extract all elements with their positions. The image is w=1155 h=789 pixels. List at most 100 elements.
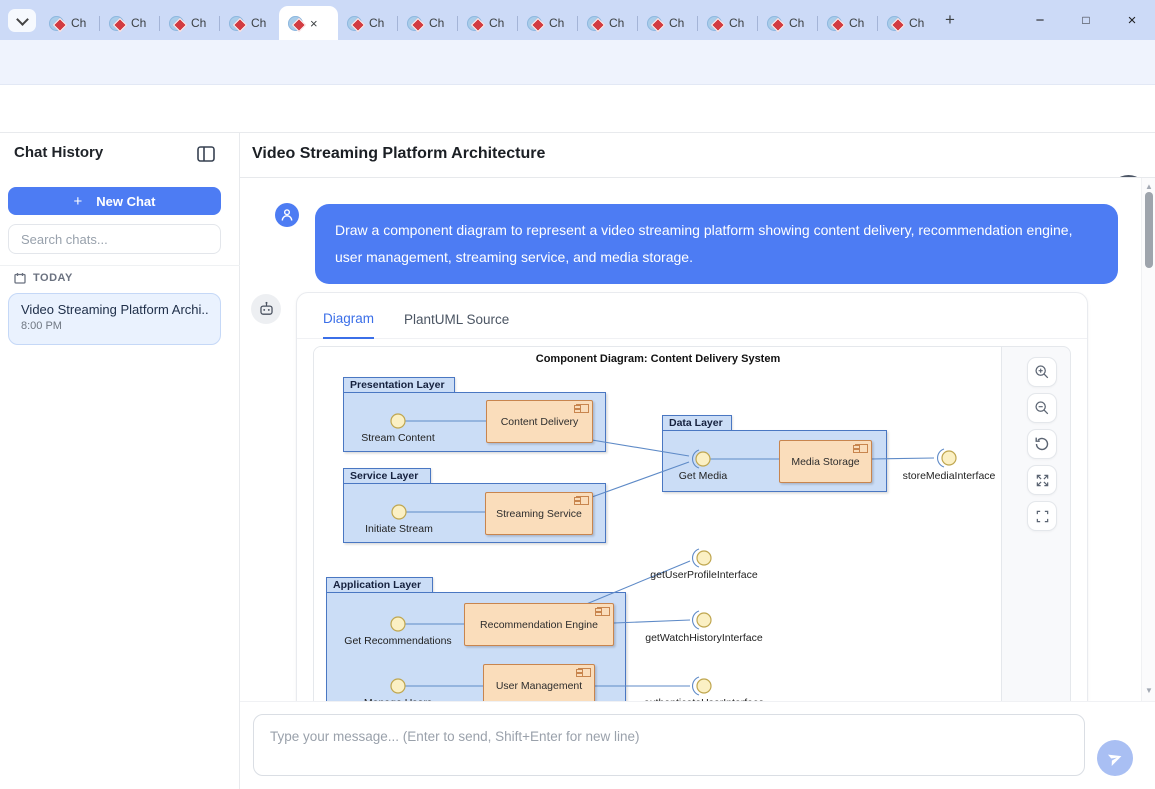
user-avatar <box>275 203 299 227</box>
panel-toggle-icon <box>197 146 215 162</box>
browser-tab[interactable]: Ch <box>698 6 757 40</box>
browser-tab[interactable]: Ch <box>338 6 397 40</box>
scroll-up-icon[interactable]: ▲ <box>1142 182 1155 191</box>
browser-tab[interactable]: Ch <box>638 6 697 40</box>
diagram-title: Component Diagram: Content Delivery Syst… <box>314 353 1002 365</box>
interface-manage-users-label: Manage Users <box>333 697 463 701</box>
calendar-icon <box>14 272 26 284</box>
visual-paradigm-favicon-icon <box>887 16 902 31</box>
browser-window: ChChChCh×ChChChChChChChChChCh + − □ × ← … <box>0 0 1155 789</box>
window-close-button[interactable]: × <box>1117 5 1147 35</box>
component-icon <box>597 607 610 616</box>
interface-get-watch-history-label: getWatchHistoryInterface <box>639 632 769 644</box>
scrollbar-thumb[interactable] <box>1145 192 1153 268</box>
visual-paradigm-favicon-icon <box>767 16 782 31</box>
vertical-scrollbar[interactable]: ▲ ▼ <box>1141 178 1155 701</box>
browser-tab[interactable]: Ch <box>160 6 219 40</box>
zoom-out-icon <box>1034 400 1050 416</box>
tab-label: Ch <box>609 16 624 30</box>
tab-separator <box>757 16 758 31</box>
scroll-down-icon[interactable]: ▼ <box>1142 686 1155 695</box>
diagram-viewer[interactable]: Component Diagram: Content Delivery Syst… <box>313 346 1071 701</box>
fullscreen-button[interactable] <box>1027 501 1057 531</box>
browser-tab[interactable]: Ch <box>40 6 99 40</box>
visual-paradigm-favicon-icon <box>109 16 124 31</box>
assistant-response-card: Diagram PlantUML Source Component Diagra… <box>296 292 1088 701</box>
window-minimize-button[interactable]: − <box>1025 5 1055 35</box>
visual-paradigm-favicon-icon <box>347 16 362 31</box>
person-icon <box>280 208 294 222</box>
browser-tab[interactable]: Ch <box>878 6 937 40</box>
browser-tab[interactable]: Ch <box>398 6 457 40</box>
tab-search-chevron-button[interactable] <box>8 9 36 32</box>
visual-paradigm-favicon-icon <box>647 16 662 31</box>
tab-label: Ch <box>251 16 266 30</box>
browser-tab[interactable]: Ch <box>458 6 517 40</box>
result-tabs: Diagram PlantUML Source <box>297 293 1087 339</box>
browser-toolbar: ← → ai-toolbox.visual-paradigm.com/app/c… <box>0 40 1155 85</box>
sidebar-divider <box>0 265 240 266</box>
browser-tab[interactable]: Ch <box>758 6 817 40</box>
tab-label: Ch <box>909 16 924 30</box>
tab-label: Ch <box>191 16 206 30</box>
tab-label: Ch <box>789 16 804 30</box>
component-media-storage: Media Storage <box>779 440 872 483</box>
browser-tab[interactable]: Ch <box>818 6 877 40</box>
tab-label: Ch <box>729 16 744 30</box>
reset-view-button[interactable] <box>1027 429 1057 459</box>
user-message-bubble: Draw a component diagram to represent a … <box>315 204 1118 284</box>
interface-get-user-profile-label: getUserProfileInterface <box>639 569 769 581</box>
component-icon <box>578 668 591 677</box>
browser-tab[interactable]: Ch <box>220 6 279 40</box>
robot-icon <box>258 301 275 318</box>
chat-item-time: 8:00 PM <box>21 320 208 332</box>
chat-scroll-area[interactable]: Draw a component diagram to represent a … <box>240 178 1155 701</box>
tab-separator <box>397 16 398 31</box>
zoom-in-button[interactable] <box>1027 357 1057 387</box>
tab-label: Ch <box>849 16 864 30</box>
component-recommendation-engine: Recommendation Engine <box>464 603 614 646</box>
new-tab-button[interactable]: + <box>938 8 962 32</box>
visual-paradigm-favicon-icon <box>407 16 422 31</box>
message-input[interactable] <box>253 714 1085 776</box>
chat-history-title: Chat History <box>14 144 103 161</box>
expand-button[interactable] <box>1027 465 1057 495</box>
window-maximize-button[interactable]: □ <box>1071 5 1101 35</box>
tab-plantuml-source[interactable]: PlantUML Source <box>404 312 509 338</box>
package-presentation-layer-tab: Presentation Layer <box>343 377 455 393</box>
collapse-sidebar-button[interactable] <box>197 146 215 167</box>
search-chats-input[interactable] <box>8 224 221 254</box>
visual-paradigm-favicon-icon <box>707 16 722 31</box>
component-icon <box>855 444 868 453</box>
tab-separator <box>817 16 818 31</box>
conversation-title: Video Streaming Platform Architecture <box>252 145 545 163</box>
send-button[interactable] <box>1097 740 1133 776</box>
browser-tab[interactable]: Ch <box>578 6 637 40</box>
new-chat-label: New Chat <box>96 194 155 209</box>
tab-label: Ch <box>549 16 564 30</box>
interface-get-media-label: Get Media <box>638 470 768 482</box>
component-user-management: User Management <box>483 664 595 701</box>
app-header: Chatbot Visual Paradigm AI Assistant for… <box>0 85 1155 133</box>
browser-tab[interactable]: Ch <box>518 6 577 40</box>
diagram-controls <box>1027 357 1057 531</box>
tab-separator <box>159 16 160 31</box>
interface-get-recommendations-label: Get Recommendations <box>333 635 463 647</box>
tab-label: Ch <box>71 16 86 30</box>
chat-history-item[interactable]: Video Streaming Platform Archi... 8:00 P… <box>8 293 221 345</box>
browser-tab[interactable]: Ch <box>100 6 159 40</box>
tab-label: Ch <box>489 16 504 30</box>
tab-separator <box>219 16 220 31</box>
zoom-out-button[interactable] <box>1027 393 1057 423</box>
visual-paradigm-favicon-icon <box>587 16 602 31</box>
diagram-canvas[interactable]: Component Diagram: Content Delivery Syst… <box>314 347 1002 701</box>
today-section-header: TODAY <box>14 272 73 284</box>
component-streaming-service: Streaming Service <box>485 492 593 535</box>
tab-diagram[interactable]: Diagram <box>323 311 374 339</box>
visual-paradigm-favicon-icon <box>467 16 482 31</box>
browser-tab-active[interactable]: × <box>279 6 338 40</box>
tab-close-icon[interactable]: × <box>310 17 318 30</box>
new-chat-button[interactable]: + New Chat <box>8 187 221 215</box>
package-data-layer-tab: Data Layer <box>662 415 732 431</box>
tab-separator <box>517 16 518 31</box>
